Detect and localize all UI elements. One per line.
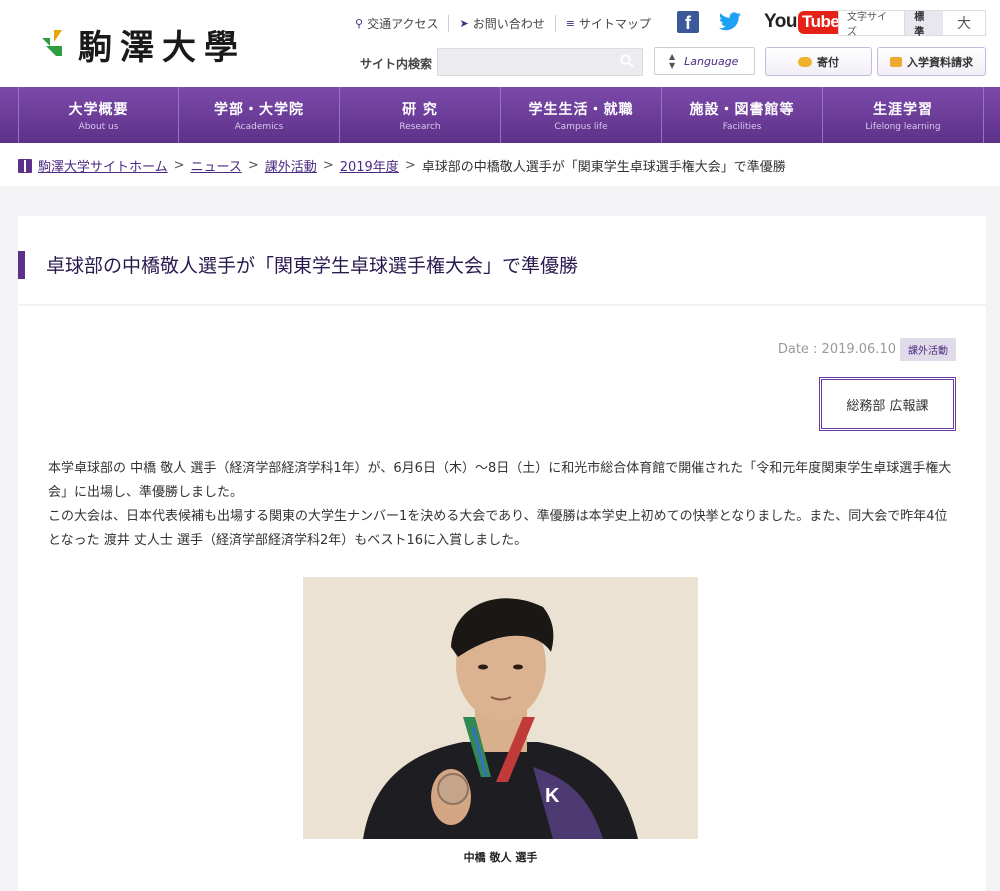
- youtube-you-text: You: [764, 11, 797, 32]
- breadcrumb-extracurricular-link[interactable]: 課外活動: [265, 156, 317, 175]
- photo-caption: 中橋 敬人 選手: [463, 851, 538, 864]
- nav-item-facilities[interactable]: 施設・図書館等 Facilities: [662, 87, 823, 143]
- pin-icon: ⚲: [355, 16, 364, 30]
- article-paragraph: この大会は、日本代表候補も出場する関東の大学生ナンバー1を決める大会であり、準優…: [48, 509, 948, 548]
- svg-text:K: K: [545, 785, 560, 807]
- facebook-icon[interactable]: f: [677, 11, 699, 33]
- nav-item-lifelong[interactable]: 生涯学習 Lifelong learning: [823, 87, 984, 143]
- sitemap-link-label: サイトマップ: [578, 16, 651, 31]
- title-accent-bar: [18, 251, 25, 279]
- font-size-switcher: 文字サイズ 標準 大: [838, 10, 986, 38]
- nav-item-label: 学部・大学院: [214, 101, 304, 118]
- logo-text: 駒澤大學: [78, 27, 246, 68]
- article-body: 本学卓球部の 中橋 敬人 選手（経済学部経済学科1年）が、6月6日（木）～8日（…: [48, 457, 958, 553]
- logo-mark-icon: [14, 16, 72, 72]
- contact-link-label: お問い合わせ: [472, 16, 545, 31]
- department-box: 総務部 広報課: [819, 377, 956, 431]
- donate-button[interactable]: 寄付: [765, 47, 872, 76]
- site-logo[interactable]: 駒澤大學: [14, 16, 246, 72]
- breadcrumb-separator: >: [322, 158, 334, 173]
- access-link[interactable]: ⚲ 交通アクセス: [345, 15, 448, 32]
- youtube-icon[interactable]: You Tube: [764, 10, 844, 34]
- search-label: サイト内検索: [360, 57, 433, 71]
- youtube-tube-text: Tube: [797, 10, 844, 34]
- breadcrumb-news-link[interactable]: ニュース: [191, 156, 242, 175]
- nav-item-label: 生涯学習: [873, 101, 933, 118]
- category-badge[interactable]: 課外活動: [900, 338, 956, 361]
- nav-item-sublabel: About us: [78, 121, 119, 132]
- nav-item-sublabel: Facilities: [722, 121, 762, 132]
- access-link-label: 交通アクセス: [367, 16, 439, 31]
- list-icon: ≡: [565, 16, 575, 30]
- twitter-icon[interactable]: [718, 11, 742, 33]
- search-input[interactable]: [437, 48, 643, 76]
- site-header: 駒澤大學 ⚲ 交通アクセス ➤ お問い合わせ ≡ サイトマップ f You Tu…: [0, 0, 1000, 87]
- breadcrumb-current: 卓球部の中橋敬人選手が「関東学生卓球選手権大会」で準優勝: [421, 160, 786, 175]
- request-brochure-label: 入学資料請求: [907, 55, 973, 69]
- font-size-label: 文字サイズ: [847, 12, 887, 38]
- request-brochure-button[interactable]: 入学資料請求: [877, 47, 986, 76]
- search-icon[interactable]: [620, 54, 634, 72]
- nav-item-academics[interactable]: 学部・大学院 Academics: [179, 87, 340, 143]
- breadcrumb-separator: >: [404, 158, 416, 173]
- article-title-box: 卓球部の中橋敬人選手が「関東学生卓球選手権大会」で準優勝: [18, 216, 986, 304]
- nav-item-label: 施設・図書館等: [689, 101, 795, 118]
- breadcrumb-separator: >: [173, 158, 185, 173]
- utility-links: ⚲ 交通アクセス ➤ お問い合わせ ≡ サイトマップ: [345, 13, 661, 33]
- contact-link[interactable]: ➤ お問い合わせ: [448, 14, 554, 32]
- font-size-standard-button[interactable]: 標準: [904, 11, 943, 38]
- donate-label: 寄付: [817, 55, 839, 69]
- breadcrumb-separator: >: [247, 158, 259, 173]
- book-icon: [18, 158, 32, 173]
- breadcrumb-year-link[interactable]: 2019年度: [340, 156, 399, 175]
- nav-item-label: 研 究: [402, 101, 438, 118]
- nav-item-sublabel: Campus life: [554, 121, 608, 132]
- updown-arrow-icon: ▲ ▼: [669, 52, 676, 70]
- breadcrumb: 駒澤大学サイトホーム > ニュース > 課外活動 > 2019年度 > 卓球部の…: [18, 156, 786, 175]
- nav-item-sublabel: Academics: [234, 121, 284, 132]
- nav-item-label: 学生生活・就職: [528, 101, 634, 118]
- article-meta: Date : 2019.06.10 課外活動: [778, 338, 956, 361]
- nav-item-research[interactable]: 研 究 Research: [340, 87, 501, 143]
- article-paragraph: 本学卓球部の 中橋 敬人 選手（経済学部経済学科1年）が、6月6日（木）～8日（…: [48, 461, 952, 500]
- language-select[interactable]: ▲ ▼ Language: [654, 47, 755, 75]
- nav-item-label: 大学概要: [68, 101, 129, 118]
- nav-item-about[interactable]: 大学概要 About us: [18, 87, 179, 143]
- nav-item-sublabel: Lifelong learning: [865, 121, 941, 132]
- breadcrumb-home-link[interactable]: 駒澤大学サイトホーム: [38, 156, 168, 175]
- sitemap-link[interactable]: ≡ サイトマップ: [554, 14, 661, 32]
- article-date: Date : 2019.06.10: [777, 342, 896, 357]
- language-label: Language: [684, 54, 739, 68]
- nav-item-campus-life[interactable]: 学生生活・就職 Campus life: [501, 87, 662, 143]
- athlete-photo: K: [303, 577, 698, 839]
- handshake-icon: [798, 56, 812, 67]
- brochure-icon: [890, 56, 902, 67]
- page-title: 卓球部の中橋敬人選手が「関東学生卓球選手権大会」で準優勝: [46, 255, 579, 277]
- nav-item-sublabel: Research: [399, 121, 441, 132]
- send-icon: ➤: [459, 16, 469, 30]
- global-nav: 大学概要 About us 学部・大学院 Academics 研 究 Resea…: [0, 87, 1000, 143]
- font-size-large-button[interactable]: 大: [943, 13, 985, 33]
